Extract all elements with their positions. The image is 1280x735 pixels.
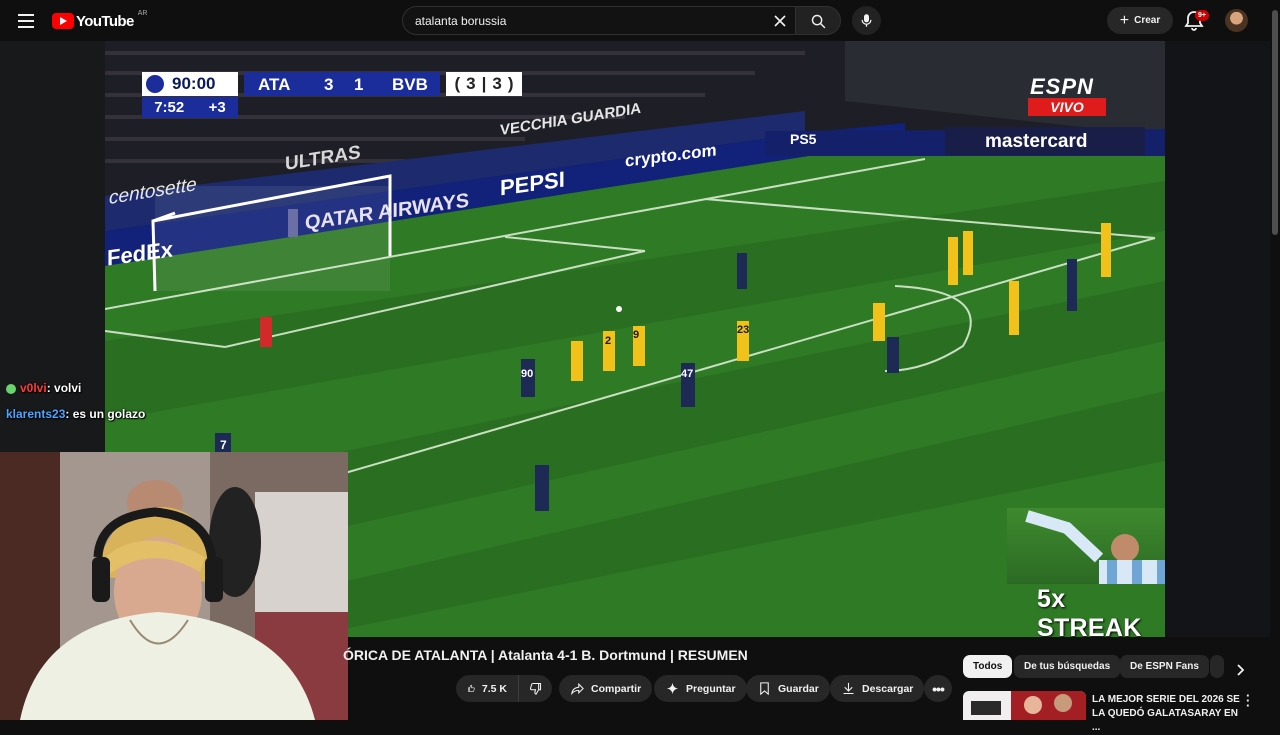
ad-board: mastercard (985, 131, 1088, 152)
notification-badge: 9+ (1195, 10, 1209, 21)
create-label: Crear (1134, 15, 1161, 26)
player-number: 47 (681, 368, 694, 380)
search-button[interactable] (795, 6, 841, 35)
voice-search-button[interactable] (852, 6, 881, 35)
chevron-right-icon[interactable] (1232, 662, 1248, 678)
player-number: 90 (521, 368, 534, 380)
microphone-icon (861, 14, 872, 27)
ask-label: Preguntar (686, 682, 736, 695)
chip-from-searches[interactable]: De tus búsquedas (1014, 655, 1121, 678)
chat-message: v0lvi: volvi (6, 381, 81, 395)
chip-partial[interactable] (1210, 655, 1224, 678)
stoppage-box: 7:52 +3 (142, 97, 238, 118)
save-button[interactable]: Guardar (746, 675, 830, 702)
like-count: 7.5 K (481, 682, 507, 695)
streak-image (1007, 508, 1165, 584)
thumbs-up-icon (468, 684, 475, 692)
download-button[interactable]: Descargar (830, 675, 925, 702)
video-title: ÓRICA DE ATALANTA | Atalanta 4-1 B. Dort… (343, 647, 748, 663)
streak-label: 5x STREAK (1037, 585, 1142, 637)
country-code: AR (137, 9, 148, 17)
ask-button[interactable]: Preguntar (654, 675, 747, 702)
espn-logo: ESPN VIVO (1028, 74, 1108, 118)
ad-board: PS5 (790, 131, 817, 147)
away-score: 1 (354, 75, 364, 94)
player-number: 2 (605, 335, 612, 347)
stoppage-time: 7:52 (154, 99, 185, 116)
search-input[interactable]: atalanta borussia (402, 6, 796, 35)
search-query: atalanta borussia (415, 14, 507, 28)
chip-all[interactable]: Todos (963, 655, 1013, 678)
webcam-overlay (0, 452, 348, 720)
scorebug-clock-box: 90:00 (142, 72, 238, 96)
chip-from-channel[interactable]: De ESPN Fans (1120, 655, 1209, 678)
save-label: Guardar (778, 682, 819, 695)
more-vertical-icon[interactable]: · · · (1246, 689, 1250, 712)
clear-search-icon[interactable] (772, 13, 788, 29)
download-icon (843, 682, 854, 695)
create-button[interactable]: + Crear (1107, 7, 1173, 34)
thumbs-down-icon (529, 682, 542, 695)
share-label: Compartir (591, 682, 642, 695)
champions-league-icon (146, 75, 164, 93)
scorebug-teams: ATA 3 1 BVB (244, 72, 440, 96)
aggregate-home: 3 (466, 74, 476, 93)
youtube-logo[interactable]: YouTube AR (52, 9, 148, 31)
player-number: 23 (737, 324, 750, 336)
more-horizontal-icon: ••• (932, 680, 945, 697)
chat-text: : es un golazo (65, 407, 146, 421)
avatar[interactable] (1225, 9, 1248, 32)
match-clock: 90:00 (172, 74, 216, 93)
more-actions-button[interactable]: ••• (924, 675, 952, 702)
aggregate-score: (3 | 3) (446, 72, 522, 96)
scrollbar-thumb[interactable] (1272, 10, 1278, 235)
live-badge: VIVO (1028, 98, 1106, 116)
player-number: 7 (220, 438, 227, 452)
like-button[interactable]: 7.5 K (456, 675, 518, 702)
broadcaster-name: ESPN (1030, 74, 1094, 99)
plus-icon: + (1119, 11, 1130, 29)
download-label: Descargar (862, 682, 914, 695)
added-time: +3 (208, 99, 226, 116)
chat-message: klarents23: es un golazo (6, 407, 145, 421)
recommendation-title[interactable]: LA MEJOR SERIE DEL 2026 SE LA QUEDÓ GALA… (1092, 693, 1240, 735)
chat-badge-icon (6, 383, 16, 394)
chat-text: : volvi (46, 381, 82, 395)
home-score: 3 (324, 75, 334, 94)
sparkle-icon (666, 682, 679, 695)
away-team: BVB (392, 75, 428, 94)
aggregate-away: 3 (492, 74, 502, 93)
menu-icon[interactable] (16, 10, 38, 32)
chat-user: klarents23 (6, 407, 66, 421)
dislike-button[interactable] (518, 675, 552, 702)
recommendation-thumbnail[interactable] (963, 691, 1086, 720)
player-number: 9 (633, 329, 640, 341)
youtube-play-icon (52, 13, 74, 29)
logo-wordmark: YouTube (76, 12, 134, 30)
share-icon (571, 682, 584, 696)
home-team: ATA (258, 75, 291, 94)
ambient-right (1165, 41, 1270, 637)
chat-user: v0lvi (20, 381, 47, 395)
search-icon (811, 14, 826, 29)
share-button[interactable]: Compartir (559, 675, 653, 702)
bookmark-icon (760, 682, 769, 696)
